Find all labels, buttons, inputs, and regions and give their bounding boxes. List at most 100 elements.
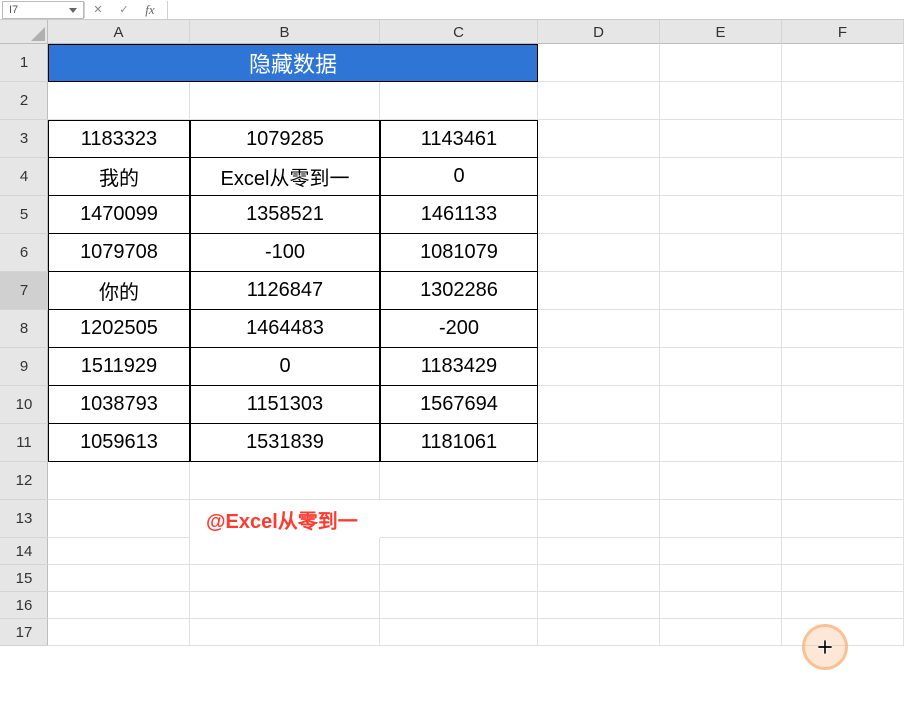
cell-D12[interactable] (538, 462, 660, 500)
row-header-8[interactable]: 8 (0, 310, 48, 348)
row-header-16[interactable]: 16 (0, 592, 48, 619)
cell-A4[interactable]: 我的 (48, 158, 190, 196)
cell-E15[interactable] (660, 565, 782, 592)
column-header-A[interactable]: A (48, 20, 190, 44)
cell-C15[interactable] (380, 565, 538, 592)
cell-B2[interactable] (190, 82, 380, 120)
cell-F15[interactable] (782, 565, 904, 592)
cell-F12[interactable] (782, 462, 904, 500)
cell-A5[interactable]: 1470099 (48, 196, 190, 234)
cell-D2[interactable] (538, 82, 660, 120)
cell-C11[interactable]: 1181061 (380, 424, 538, 462)
cell-A12[interactable] (48, 462, 190, 500)
row-header-14[interactable]: 14 (0, 538, 48, 565)
cell-D3[interactable] (538, 120, 660, 158)
column-header-B[interactable]: B (190, 20, 380, 44)
row-header-17[interactable]: 17 (0, 619, 48, 646)
row-header-11[interactable]: 11 (0, 424, 48, 462)
cell-B3[interactable]: 1079285 (190, 120, 380, 158)
cell-A11[interactable]: 1059613 (48, 424, 190, 462)
cell-A15[interactable] (48, 565, 190, 592)
cell-C8[interactable]: -200 (380, 310, 538, 348)
cancel-button[interactable]: ✕ (85, 1, 111, 19)
cell-A16[interactable] (48, 592, 190, 619)
cell-B17[interactable] (190, 619, 380, 646)
cell-E8[interactable] (660, 310, 782, 348)
cell-F5[interactable] (782, 196, 904, 234)
name-box[interactable]: I7 (2, 1, 84, 19)
cell-E7[interactable] (660, 272, 782, 310)
cell-B11[interactable]: 1531839 (190, 424, 380, 462)
cell-D16[interactable] (538, 592, 660, 619)
cell-B9[interactable]: 0 (190, 348, 380, 386)
cell-E17[interactable] (660, 619, 782, 646)
cell-C4[interactable]: 0 (380, 158, 538, 196)
cell-D10[interactable] (538, 386, 660, 424)
row-header-9[interactable]: 9 (0, 348, 48, 386)
cell-D1[interactable] (538, 44, 660, 82)
row-header-15[interactable]: 15 (0, 565, 48, 592)
cell-D17[interactable] (538, 619, 660, 646)
row-header-12[interactable]: 12 (0, 462, 48, 500)
cell-D9[interactable] (538, 348, 660, 386)
cell-E6[interactable] (660, 234, 782, 272)
cell-C16[interactable] (380, 592, 538, 619)
column-header-C[interactable]: C (380, 20, 538, 44)
cell-F4[interactable] (782, 158, 904, 196)
cell-B13-watermark[interactable]: @Excel从零到一 (190, 500, 380, 538)
cell-C13[interactable] (380, 500, 538, 538)
column-header-F[interactable]: F (782, 20, 904, 44)
cell-F2[interactable] (782, 82, 904, 120)
cell-D5[interactable] (538, 196, 660, 234)
cell-E1[interactable] (660, 44, 782, 82)
row-header-3[interactable]: 3 (0, 120, 48, 158)
cell-B10[interactable]: 1151303 (190, 386, 380, 424)
cell-A8[interactable]: 1202505 (48, 310, 190, 348)
cell-B4[interactable]: Excel从零到一 (190, 158, 380, 196)
row-header-1[interactable]: 1 (0, 44, 48, 82)
cell-E14[interactable] (660, 538, 782, 565)
cell-A1-title-merged[interactable]: 隐藏数据 (48, 44, 538, 82)
cell-A10[interactable]: 1038793 (48, 386, 190, 424)
cell-E3[interactable] (660, 120, 782, 158)
row-header-7[interactable]: 7 (0, 272, 48, 310)
cell-D4[interactable] (538, 158, 660, 196)
cell-C3[interactable]: 1143461 (380, 120, 538, 158)
cell-E9[interactable] (660, 348, 782, 386)
cell-A7[interactable]: 你的 (48, 272, 190, 310)
cell-F17[interactable] (782, 619, 904, 646)
cell-E10[interactable] (660, 386, 782, 424)
cell-C6[interactable]: 1081079 (380, 234, 538, 272)
cell-F16[interactable] (782, 592, 904, 619)
cell-C10[interactable]: 1567694 (380, 386, 538, 424)
row-header-10[interactable]: 10 (0, 386, 48, 424)
row-header-4[interactable]: 4 (0, 158, 48, 196)
cell-E4[interactable] (660, 158, 782, 196)
cell-E12[interactable] (660, 462, 782, 500)
cell-B12[interactable] (190, 462, 380, 500)
cell-C17[interactable] (380, 619, 538, 646)
cell-D6[interactable] (538, 234, 660, 272)
cell-D15[interactable] (538, 565, 660, 592)
cell-F8[interactable] (782, 310, 904, 348)
cell-A6[interactable]: 1079708 (48, 234, 190, 272)
cell-F7[interactable] (782, 272, 904, 310)
cell-B5[interactable]: 1358521 (190, 196, 380, 234)
cell-B7[interactable]: 1126847 (190, 272, 380, 310)
cell-C2[interactable] (380, 82, 538, 120)
cell-B14[interactable] (190, 538, 380, 565)
cell-F1[interactable] (782, 44, 904, 82)
cell-F9[interactable] (782, 348, 904, 386)
cell-B6[interactable]: -100 (190, 234, 380, 272)
cell-D13[interactable] (538, 500, 660, 538)
cell-A2[interactable] (48, 82, 190, 120)
row-header-13[interactable]: 13 (0, 500, 48, 538)
insert-function-button[interactable]: fx (137, 1, 163, 19)
cell-C9[interactable]: 1183429 (380, 348, 538, 386)
cell-A9[interactable]: 1511929 (48, 348, 190, 386)
cell-C14[interactable] (380, 538, 538, 565)
chevron-down-icon[interactable] (69, 8, 77, 13)
cell-B15[interactable] (190, 565, 380, 592)
cell-D11[interactable] (538, 424, 660, 462)
cell-E5[interactable] (660, 196, 782, 234)
